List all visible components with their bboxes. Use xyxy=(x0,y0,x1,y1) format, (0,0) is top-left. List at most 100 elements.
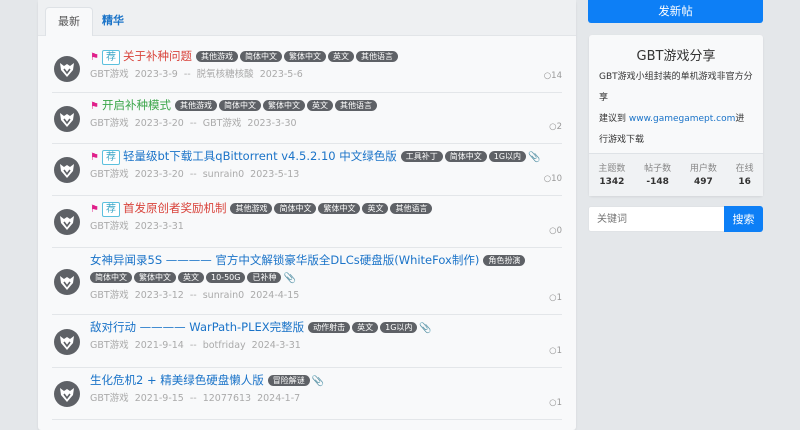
created-date: 2023-3-20 xyxy=(134,169,184,180)
author[interactable]: GBT游戏 xyxy=(90,290,129,301)
author[interactable]: GBT游戏 xyxy=(90,393,129,404)
thread-list-card: 最新 精华 ⚑ 荐关于补种问题 其他游戏 简体中文 繁体中文 英文 其他语言 GBT游戏 202… xyxy=(38,0,576,430)
new-post-button[interactable]: 发新帖 xyxy=(588,0,763,23)
tag[interactable]: 繁体中文 xyxy=(262,100,305,111)
thread-meta: GBT游戏 2023-3-20 -- GBT游戏 2023-3-30 xyxy=(90,116,542,132)
thread-row: ⚑ 荐关于补种问题 其他游戏 简体中文 繁体中文 英文 其他语言 GBT游戏 2023-3-9-… xyxy=(52,44,562,93)
thread-title[interactable]: 轻量级bt下载工具qBittorrent v4.5.2.10 中文绿色版 xyxy=(123,149,397,163)
reply-count: ○14 xyxy=(543,71,562,81)
search-input[interactable] xyxy=(588,206,724,232)
author[interactable]: GBT游戏 xyxy=(90,69,129,80)
avatar[interactable] xyxy=(54,381,80,407)
reply-count: ○1 xyxy=(549,293,562,303)
tag[interactable]: 1G以内 xyxy=(380,322,418,333)
tag[interactable]: 其他游戏 xyxy=(195,51,238,62)
tag[interactable]: 动作射击 xyxy=(308,322,351,333)
title-line: 女神异闻录5S ———— 官方中文解锁豪华版全DLCs硬盘版(WhiteFox制… xyxy=(90,252,542,287)
site-link[interactable]: www.gamegamept.com xyxy=(629,114,736,124)
thread-row: ⚑ 荐轻量级bt下载工具qBittorrent v4.5.2.10 中文绿色版 工具… xyxy=(52,144,562,196)
tag[interactable]: 其他语言 xyxy=(334,100,377,111)
last-reply-user[interactable]: botfriday xyxy=(203,340,246,351)
tag[interactable]: 其他游戏 xyxy=(230,203,273,214)
last-reply-date: 2024-1-7 xyxy=(257,393,301,404)
last-reply-user[interactable]: sunrain0 xyxy=(203,290,244,301)
author[interactable]: GBT游戏 xyxy=(90,169,129,180)
tag[interactable]: 简体中文 xyxy=(444,151,487,162)
tab-latest[interactable]: 最新 xyxy=(45,7,93,36)
avatar[interactable] xyxy=(54,157,80,183)
avatar[interactable] xyxy=(54,209,80,235)
avatar[interactable] xyxy=(54,329,80,355)
thread-title[interactable]: 女神异闻录5S ———— 官方中文解锁豪华版全DLCs硬盘版(WhiteFox制… xyxy=(90,253,479,267)
avatar[interactable] xyxy=(54,269,80,295)
reply-count: ○1 xyxy=(549,398,562,408)
tag[interactable]: 英文 xyxy=(327,51,354,62)
tag[interactable]: 繁体中文 xyxy=(318,203,361,214)
tag[interactable]: 其他语言 xyxy=(390,203,433,214)
thread-meta: GBT游戏 2021-9-14 -- botfriday 2024-3-31 xyxy=(90,338,542,354)
tag[interactable]: 其他游戏 xyxy=(174,100,217,111)
tag[interactable]: 简体中文 xyxy=(90,272,132,283)
separator: -- xyxy=(189,340,197,351)
author[interactable]: GBT游戏 xyxy=(90,221,129,232)
tag[interactable]: 其他语言 xyxy=(355,51,398,62)
reply-count: ○0 xyxy=(549,226,562,236)
tag[interactable]: 简体中文 xyxy=(239,51,282,62)
tag[interactable]: 10-50G xyxy=(206,272,246,283)
reply-count: ○2 xyxy=(549,122,562,132)
search-button[interactable]: 搜索 xyxy=(724,206,763,232)
recommend-badge: 荐 xyxy=(101,50,120,65)
tag[interactable]: 工具补丁 xyxy=(400,151,443,162)
flag-icon: ⚑ xyxy=(90,101,99,112)
forum-stats: 主题数 1342 帖子数 -148 用户数 497 在线 16 xyxy=(589,153,763,196)
separator: -- xyxy=(183,69,191,80)
stat-online: 在线 16 xyxy=(735,164,754,187)
thread-title[interactable]: 敌对行动 ———— WarPath-PLEX完整版 xyxy=(90,320,304,334)
comment-icon: ○ xyxy=(549,122,557,132)
author[interactable]: GBT游戏 xyxy=(90,118,129,129)
last-reply-user[interactable]: 12077613 xyxy=(203,393,251,404)
thread-meta: GBT游戏 2023-3-31 xyxy=(90,219,542,235)
comment-icon: ○ xyxy=(549,293,557,303)
last-reply-user[interactable]: 脱氧核糖核酸 xyxy=(197,69,254,80)
forum-name: GBT游戏分享 xyxy=(636,49,716,64)
author[interactable]: GBT游戏 xyxy=(90,340,129,351)
tag[interactable]: 简体中文 xyxy=(274,203,317,214)
tag[interactable]: 简体中文 xyxy=(218,100,261,111)
tag[interactable]: 英文 xyxy=(306,100,333,111)
recommend-badge: 荐 xyxy=(101,150,120,165)
last-reply-date: 2024-4-15 xyxy=(250,290,300,301)
tag[interactable]: 冒险解谜 xyxy=(267,375,310,386)
separator: -- xyxy=(189,118,197,129)
last-reply-user[interactable]: GBT游戏 xyxy=(203,118,242,129)
avatar[interactable] xyxy=(54,56,80,82)
thread-title[interactable]: 开启补种模式 xyxy=(102,98,171,112)
flag-icon: ⚑ xyxy=(90,204,99,215)
tag[interactable]: 角色扮演 xyxy=(483,255,526,266)
tab-bar: 最新 精华 xyxy=(38,0,576,36)
description-line: GBT游戏小组封装的单机游戏非官方分享 xyxy=(599,72,753,103)
description-prefix: 建议到 xyxy=(599,114,629,124)
tag[interactable]: 英文 xyxy=(352,322,379,333)
last-reply-user[interactable]: sunrain0 xyxy=(203,169,244,180)
avatar[interactable] xyxy=(54,106,80,132)
thread-title[interactable]: 生化危机2 + 精美绿色硬盘懒人版 xyxy=(90,373,264,387)
flag-icon: ⚑ xyxy=(90,152,99,163)
thread-meta: GBT游戏 2023-3-9 -- 脱氧核糖核酸 2023-5-6 xyxy=(90,67,542,83)
reply-count: ○1 xyxy=(549,346,562,356)
tag[interactable]: 已补种 xyxy=(247,272,282,283)
tag[interactable]: 英文 xyxy=(362,203,389,214)
thread-row: ⚑ 开启补种模式 其他游戏 简体中文 繁体中文 英文 其他语言 GBT游戏 2023-3-20-… xyxy=(52,93,562,144)
tag[interactable]: 繁体中文 xyxy=(283,51,326,62)
tag[interactable]: 英文 xyxy=(178,272,204,283)
thread-title[interactable]: 关于补种问题 xyxy=(123,49,192,63)
thread-title[interactable]: 首发原创者奖励机制 xyxy=(123,201,227,215)
created-date: 2021-9-14 xyxy=(134,340,184,351)
stat-users: 用户数 497 xyxy=(689,164,717,187)
last-reply-date: 2023-5-6 xyxy=(259,69,303,80)
tag[interactable]: 繁体中文 xyxy=(134,272,176,283)
last-reply-date: 2023-5-13 xyxy=(250,169,300,180)
tag[interactable]: 1G以内 xyxy=(488,151,527,162)
forum-info-card: GBT游戏分享 GBT游戏小组封装的单机游戏非官方分享 建议到 www.game… xyxy=(589,35,763,196)
tab-featured[interactable]: 精华 xyxy=(90,7,136,36)
